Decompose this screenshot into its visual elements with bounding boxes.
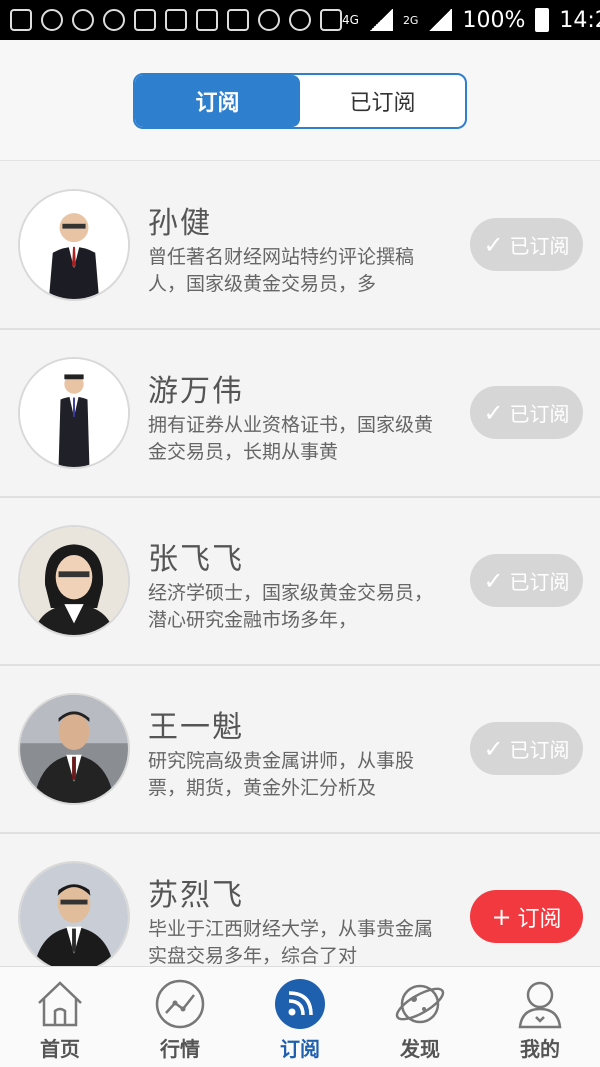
subscribed-label: 已订阅: [509, 402, 570, 426]
subscribed-button[interactable]: ✓ 已订阅: [470, 386, 583, 439]
list-item[interactable]: 张飞飞 经济学硕士，国家级黄金交易员，潜心研究金融市场多年， ✓ 已订阅: [0, 498, 600, 666]
nav-discover-label: 发现: [400, 1037, 440, 1061]
status-bar: 4G 2G 100% 14:21: [0, 0, 600, 40]
tab-header: 订阅 已订阅: [0, 40, 600, 161]
expert-description: 拥有证券从业资格证书，国家级黄金交易员，长期从事黄: [148, 414, 434, 463]
nav-market-label: 行情: [160, 1037, 200, 1061]
app-icon: [41, 9, 63, 31]
subscribed-label: 已订阅: [509, 738, 570, 762]
home-icon: [38, 981, 82, 1027]
data-saver-icon: [320, 9, 342, 31]
expert-name: 张飞飞: [148, 542, 244, 577]
nav-subscribe-label: 订阅: [280, 1037, 320, 1061]
check-icon: ✓: [483, 566, 504, 595]
clock: 14:21: [559, 7, 600, 33]
expert-description: 经济学硕士，国家级黄金交易员，潜心研究金融市场多年，: [148, 582, 434, 631]
chart-line-icon: [155, 979, 205, 1029]
nav-home[interactable]: 首页: [0, 967, 120, 1067]
signal-icon: [368, 9, 393, 31]
nav-mine[interactable]: 我的: [480, 967, 600, 1067]
subscribed-label: 已订阅: [509, 234, 570, 258]
subscribed-button[interactable]: ✓ 已订阅: [470, 554, 583, 607]
subscribed-label: 已订阅: [509, 570, 570, 594]
mail-icon: [165, 9, 187, 31]
nav-subscribe[interactable]: 订阅: [240, 967, 360, 1067]
expert-description: 毕业于江西财经大学，从事贵金属实盘交易多年，综合了对: [148, 918, 434, 966]
list-item[interactable]: 王一魁 研究院高级贵金属讲师，从事股票，期货，黄金外汇分析及 ✓ 已订阅: [0, 666, 600, 834]
signal-icon-2: [428, 9, 453, 31]
expert-name: 游万伟: [148, 374, 244, 409]
avatar: [18, 861, 130, 966]
alarm-icon: [258, 9, 280, 31]
nav-market[interactable]: 行情: [120, 967, 240, 1067]
planet-icon: [395, 984, 445, 1024]
expert-name: 孙健: [148, 206, 212, 241]
nav-home-label: 首页: [40, 1037, 80, 1061]
list-item[interactable]: 游万伟 拥有证券从业资格证书，国家级黄金交易员，长期从事黄 ✓ 已订阅: [0, 330, 600, 498]
nav-discover[interactable]: 发现: [360, 967, 480, 1067]
signal-2g-label: 2G: [402, 13, 419, 27]
image-icon: [134, 9, 156, 31]
expert-name: 苏烈飞: [148, 878, 244, 913]
check-icon: ✓: [483, 398, 504, 427]
nfc-icon: [196, 9, 218, 31]
subscribed-button[interactable]: ✓ 已订阅: [470, 218, 583, 271]
message-icon: [10, 9, 32, 31]
battery-icon: [535, 8, 550, 32]
weibo-icon: [72, 9, 94, 31]
avatar: [18, 189, 130, 301]
signal-4g-label: 4G: [342, 13, 359, 27]
list-item[interactable]: 苏烈飞 毕业于江西财经大学，从事贵金属实盘交易多年，综合了对 + 订阅: [0, 834, 600, 966]
tab-subscribed[interactable]: 已订阅: [300, 75, 465, 127]
list-item[interactable]: 孙健 曾任著名财经网站特约评论撰稿人，国家级黄金交易员，多 ✓ 已订阅: [0, 162, 600, 330]
avatar: [18, 357, 130, 469]
segmented-control: 订阅 已订阅: [133, 73, 467, 129]
expert-name: 王一魁: [148, 710, 244, 745]
avatar: [18, 525, 130, 637]
battery-percent: 100%: [462, 7, 526, 33]
user-icon: [518, 981, 562, 1029]
nav-mine-label: 我的: [520, 1037, 560, 1061]
check-icon: ✓: [483, 734, 504, 763]
check-icon: ✓: [483, 230, 504, 259]
plus-icon: +: [491, 902, 512, 931]
subscribed-button[interactable]: ✓ 已订阅: [470, 722, 583, 775]
notification-icons: [10, 9, 342, 31]
wifi-icon: [289, 9, 311, 31]
subscribe-label: 订阅: [517, 906, 562, 932]
expert-description: 研究院高级贵金属讲师，从事股票，期货，黄金外汇分析及: [148, 750, 415, 799]
subscribe-button[interactable]: + 订阅: [470, 890, 583, 943]
bottom-nav: 首页 行情 订阅 发现 我的: [0, 966, 600, 1067]
expert-list[interactable]: 孙健 曾任著名财经网站特约评论撰稿人，国家级黄金交易员，多 ✓ 已订阅 游万伟 …: [0, 162, 600, 966]
weibo-icon-2: [103, 9, 125, 31]
rss-icon: [275, 979, 325, 1029]
avatar: [18, 693, 130, 805]
tab-subscribe[interactable]: 订阅: [135, 75, 300, 127]
mute-icon: [227, 9, 249, 31]
expert-description: 曾任著名财经网站特约评论撰稿人，国家级黄金交易员，多: [148, 246, 415, 295]
